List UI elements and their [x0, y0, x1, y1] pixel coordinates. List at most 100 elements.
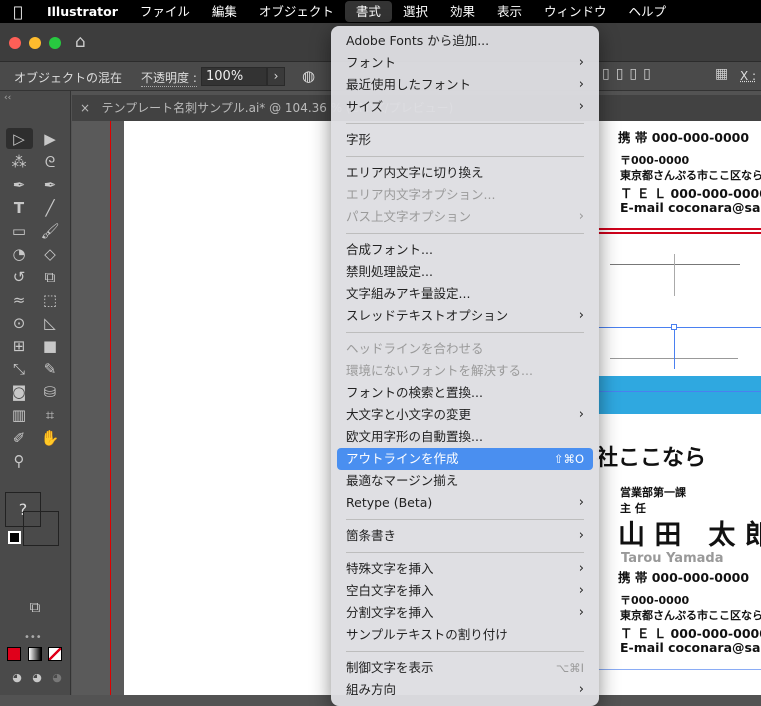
- symbol-sprayer-tool-icon[interactable]: ⛁: [38, 382, 62, 402]
- card-email-2[interactable]: E-mail coconara@sample: [620, 640, 761, 655]
- hand-tool-icon[interactable]: ✋: [38, 428, 62, 448]
- card-zip-2[interactable]: 〒000-0000: [620, 592, 689, 608]
- menu-item[interactable]: 箇条書き ›: [337, 525, 593, 547]
- magic-wand-tool-icon[interactable]: ⁂: [7, 152, 31, 172]
- menu-item-label: 文字組みアキ量設定...: [346, 286, 471, 301]
- mesh-tool-icon[interactable]: ⊞: [7, 336, 31, 356]
- menu-item[interactable]: スレッドテキストオプション ›: [337, 305, 593, 327]
- close-window-button[interactable]: [9, 37, 21, 49]
- menu-select[interactable]: 選択: [392, 1, 439, 22]
- curvature-tool-icon[interactable]: ✒: [38, 175, 62, 195]
- menu-item[interactable]: 禁則処理設定...: [337, 261, 593, 283]
- shape-builder-tool-icon[interactable]: ⊙: [7, 313, 31, 333]
- menu-item[interactable]: 空白文字を挿入 ›: [337, 580, 593, 602]
- menu-item[interactable]: サイズ ›: [337, 96, 593, 118]
- menu-item[interactable]: 最適なマージン揃え: [337, 470, 593, 492]
- menu-item[interactable]: 最近使用したフォント ›: [337, 74, 593, 96]
- blend-tool-icon[interactable]: ◙: [7, 382, 31, 402]
- menu-item[interactable]: サンプルテキストの割り付け: [337, 624, 593, 646]
- perspective-grid-tool-icon[interactable]: ◺: [38, 313, 62, 333]
- card-dept[interactable]: 営業部第一課: [620, 484, 686, 500]
- collapse-icon[interactable]: ‹‹: [4, 93, 11, 103]
- card-company[interactable]: 社ここなら: [596, 440, 706, 472]
- menu-item-label: 特殊文字を挿入: [346, 561, 434, 576]
- eyedropper-tool-icon[interactable]: ✎: [38, 359, 62, 379]
- menu-item[interactable]: 文字組みアキ量設定...: [337, 283, 593, 305]
- menu-item[interactable]: Adobe Fonts から追加...: [337, 30, 593, 52]
- zoom-tool-icon[interactable]: ⚲: [7, 451, 31, 471]
- card-name[interactable]: 山 田 太 郎: [618, 513, 761, 552]
- recolor-icon[interactable]: ◍: [302, 67, 315, 85]
- menu-help[interactable]: ヘルプ: [618, 1, 678, 22]
- menu-separator: [337, 327, 593, 338]
- direct-selection-tool-icon[interactable]: ▶: [38, 129, 62, 149]
- gradient-tool-icon[interactable]: ■: [38, 336, 62, 356]
- menu-type[interactable]: 書式: [344, 1, 392, 22]
- menu-file[interactable]: ファイル: [129, 1, 201, 22]
- none-mode-button[interactable]: [48, 647, 62, 661]
- edit-toolbar-icon[interactable]: •••: [24, 632, 42, 643]
- default-colors-icon[interactable]: [8, 531, 21, 544]
- graph-tool-icon[interactable]: ▥: [7, 405, 31, 425]
- menu-item[interactable]: 組み方向 ›: [337, 679, 593, 701]
- zoom-window-button[interactable]: [49, 37, 61, 49]
- selection-tool-icon[interactable]: ▷: [7, 129, 31, 149]
- menu-item[interactable]: 合成フォント...: [337, 239, 593, 261]
- apple-icon[interactable]: : [0, 3, 36, 21]
- reference-point-icon[interactable]: ▦: [715, 66, 728, 82]
- draw-inside-icon[interactable]: ◕: [45, 668, 69, 688]
- opacity-input[interactable]: 100%: [201, 67, 267, 86]
- close-tab-icon[interactable]: ×: [80, 101, 90, 115]
- stroke-swatch[interactable]: [23, 511, 59, 546]
- menu-effect[interactable]: 効果: [439, 1, 486, 22]
- minimize-window-button[interactable]: [29, 37, 41, 49]
- shaper-tool-icon[interactable]: ◔: [7, 244, 31, 264]
- card-mobile-2[interactable]: 携 帯 000-000-0000: [618, 567, 749, 586]
- pen-tool-icon[interactable]: ✒: [7, 175, 31, 195]
- paintbrush-tool-icon[interactable]: 🖌: [38, 221, 62, 241]
- gradient-mode-button[interactable]: [28, 647, 42, 661]
- menu-item[interactable]: フォントの検索と置換...: [337, 382, 593, 404]
- menu-item[interactable]: Retype (Beta) ›: [337, 492, 593, 514]
- menu-item[interactable]: 特殊文字を挿入 ›: [337, 558, 593, 580]
- card-address-2[interactable]: 東京都さんぷる市ここ区ならオ: [620, 607, 761, 623]
- screen-mode-icon[interactable]: ⧉: [23, 597, 47, 617]
- menu-view[interactable]: 表示: [486, 1, 533, 22]
- home-icon[interactable]: ⌂: [75, 32, 86, 52]
- rotate-tool-icon[interactable]: ↺: [7, 267, 31, 287]
- menu-item-label: パス上文字オプション: [346, 209, 472, 224]
- menu-item[interactable]: フォント ›: [337, 52, 593, 74]
- artboard-tool-icon[interactable]: ⌗: [38, 405, 62, 425]
- menu-item-label: スレッドテキストオプション: [346, 308, 509, 323]
- type-tool-icon[interactable]: T: [7, 198, 31, 218]
- slice-tool-icon[interactable]: ✐: [7, 428, 31, 448]
- menu-edit[interactable]: 編集: [201, 1, 248, 22]
- menu-window[interactable]: ウィンドウ: [533, 1, 618, 22]
- card-mobile: 携 帯 000-000-0000: [618, 130, 750, 145]
- chevron-right-icon: ›: [578, 209, 584, 224]
- scale-tool-icon[interactable]: ⧉: [38, 267, 62, 287]
- lasso-tool-icon[interactable]: ᘓ: [38, 152, 62, 172]
- color-mode-button[interactable]: [7, 647, 21, 661]
- menu-item[interactable]: 大文字と小文字の変更 ›: [337, 404, 593, 426]
- menu-item[interactable]: 分割文字を挿入 ›: [337, 602, 593, 624]
- eraser-tool-icon[interactable]: ◇: [38, 244, 62, 264]
- menu-item[interactable]: 制御文字を表示 ⌥⌘I: [337, 657, 593, 679]
- opacity-label[interactable]: 不透明度 :: [141, 69, 197, 87]
- warp-tool-icon[interactable]: ≈: [7, 290, 31, 310]
- menu-item[interactable]: 欧文用字形の自動置換...: [337, 426, 593, 448]
- menu-object[interactable]: オブジェクト: [248, 1, 345, 22]
- menu-item[interactable]: 字形: [337, 129, 593, 151]
- menu-item-shortcut: ⇧⌘O: [553, 452, 584, 466]
- menu-item[interactable]: エリア内文字に切り換え: [337, 162, 593, 184]
- opacity-arrow-button[interactable]: ›: [267, 67, 285, 86]
- align-icons[interactable]: ▯▯▯▯: [602, 66, 657, 82]
- card-romaji[interactable]: Tarou Yamada: [621, 551, 723, 566]
- card-email: E-mail coconara@sample: [620, 200, 761, 215]
- menu-app[interactable]: Illustrator: [36, 1, 129, 22]
- measure-tool-icon[interactable]: ⤡: [7, 359, 31, 379]
- rectangle-tool-icon[interactable]: ▭: [7, 221, 31, 241]
- menu-item[interactable]: アウトラインを作成 ⇧⌘O: [337, 448, 593, 470]
- free-transform-tool-icon[interactable]: ⬚: [38, 290, 62, 310]
- line-tool-icon[interactable]: ╱: [38, 198, 62, 218]
